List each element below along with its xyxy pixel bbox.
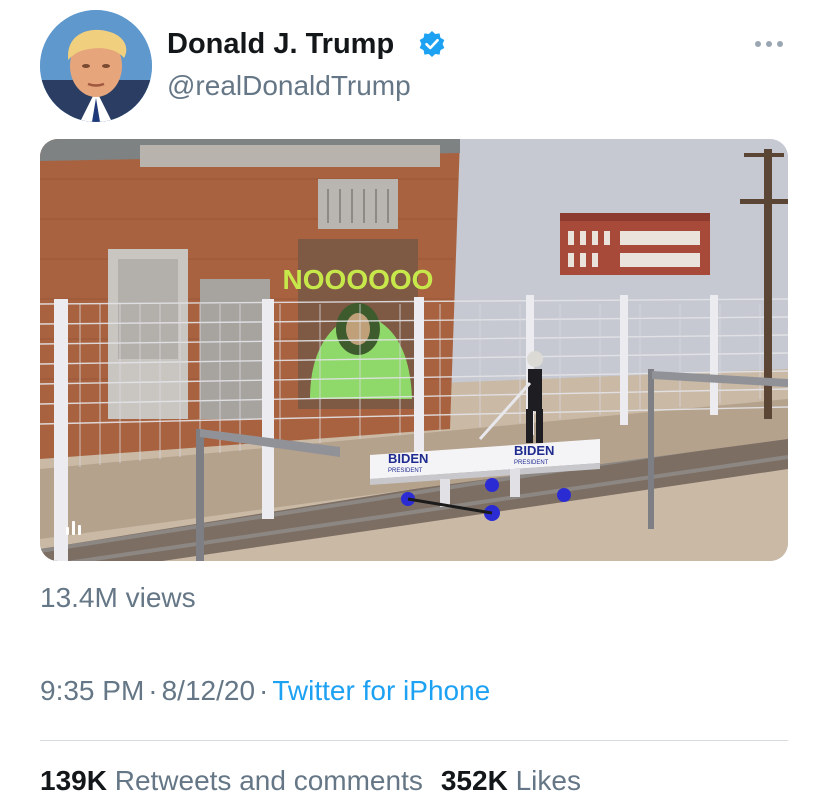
engagement-stats: 139K Retweets and comments 352K Likes: [40, 763, 581, 799]
more-options-icon[interactable]: [752, 36, 786, 52]
biden-sign-right-sub: PRESIDENT: [514, 460, 549, 466]
biden-sign-left: BIDEN: [388, 451, 428, 466]
retweets-stat[interactable]: 139K Retweets and comments: [40, 765, 423, 796]
likes-count: 352K: [440, 765, 508, 796]
tweet-date[interactable]: 8/12/20: [162, 675, 255, 706]
tweet-source-link[interactable]: Twitter for iPhone: [272, 675, 490, 706]
biden-sign-right: BIDEN: [514, 443, 554, 458]
user-handle[interactable]: @realDonaldTrump: [167, 68, 411, 104]
biden-sign-left-sub: PRESIDENT: [388, 468, 423, 474]
meta-separator: ·: [259, 675, 269, 706]
tweet-time[interactable]: 9:35 PM: [40, 675, 144, 706]
likes-label: Likes: [515, 765, 581, 796]
display-name[interactable]: Donald J. Trump: [167, 26, 394, 62]
avatar-image: [40, 10, 152, 122]
divider: [40, 740, 788, 741]
view-count: 13.4M views: [40, 582, 196, 613]
avatar[interactable]: [40, 10, 152, 122]
retweets-count: 139K: [40, 765, 107, 796]
retweets-label: Retweets and comments: [114, 765, 423, 796]
verified-badge-icon: [419, 31, 445, 57]
meta-separator: ·: [148, 675, 158, 706]
video-player[interactable]: NOOOOOO BIDEN PRESIDENT BIDEN PRESIDENT: [40, 139, 788, 561]
mural-text: NOOOOOO: [283, 264, 434, 295]
tweet-meta: 9:35 PM · 8/12/20 · Twitter for iPhone: [40, 673, 490, 709]
likes-stat[interactable]: 352K Likes: [441, 765, 581, 796]
video-frame: NOOOOOO BIDEN PRESIDENT BIDEN PRESIDENT: [40, 139, 788, 561]
